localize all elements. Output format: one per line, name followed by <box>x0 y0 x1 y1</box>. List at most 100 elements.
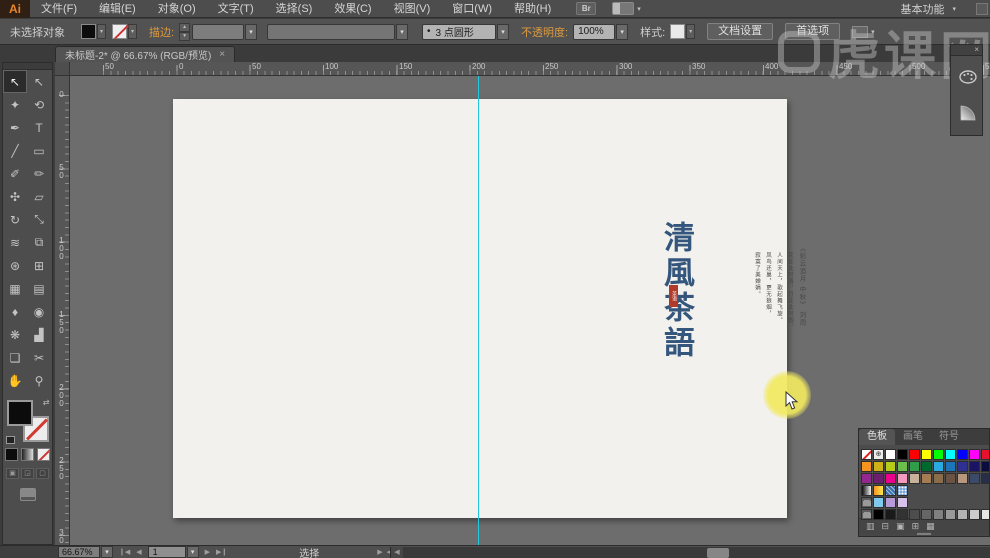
draw-behind-button[interactable]: ◲ <box>21 468 34 479</box>
fill-color-swatch[interactable] <box>81 24 96 39</box>
menu-item[interactable]: 编辑(E) <box>88 3 147 15</box>
swatch[interactable] <box>969 509 980 520</box>
scale-tool[interactable]: ⤡ <box>27 208 51 231</box>
swatch[interactable] <box>885 473 896 484</box>
swatch[interactable] <box>885 461 896 472</box>
color-group-folder[interactable] <box>861 509 872 520</box>
swatch-libraries-button[interactable]: ▥ <box>866 521 875 532</box>
shape-builder-tool[interactable]: ⊛ <box>3 254 27 277</box>
menu-item[interactable]: 文件(F) <box>30 3 88 15</box>
swatch[interactable] <box>945 449 956 460</box>
selection-tool[interactable]: ↖ <box>3 70 27 93</box>
pen-tool[interactable]: ✒ <box>3 116 27 139</box>
swatch[interactable] <box>981 449 990 460</box>
stroke-weight-label[interactable]: 描边: <box>149 24 174 40</box>
document-tab[interactable]: 未标题-2* @ 66.67% (RGB/预览) × <box>55 46 235 62</box>
swatch[interactable] <box>921 509 932 520</box>
swatch[interactable] <box>897 461 908 472</box>
tools-panel-header[interactable] <box>3 63 52 70</box>
swatch[interactable] <box>873 509 884 520</box>
swatch-kinds-button[interactable]: ⊟ <box>882 521 890 532</box>
workspace-menu[interactable]: 基本功能 ▾ <box>900 1 956 17</box>
close-icon[interactable]: × <box>974 45 979 54</box>
zoom-level-field[interactable]: 66.67% <box>58 546 100 558</box>
next-artboard-icon[interactable]: ▶ <box>205 548 210 556</box>
magic-wand-tool[interactable]: ✦ <box>3 93 27 116</box>
swatch[interactable] <box>933 509 944 520</box>
tab-符号[interactable]: 符号 <box>931 429 967 445</box>
artboard-tool[interactable]: ❏ <box>3 346 27 369</box>
document-setup-button[interactable]: 文档设置 <box>707 23 773 40</box>
color-button[interactable] <box>5 448 18 461</box>
swatch[interactable] <box>969 461 980 472</box>
column-graph-tool[interactable]: ▟ <box>27 323 51 346</box>
perspective-grid-tool[interactable]: ⊞ <box>27 254 51 277</box>
blend-tool[interactable]: ◉ <box>27 300 51 323</box>
rotate-tool[interactable]: ↻ <box>3 208 27 231</box>
zoom-dropdown-icon[interactable]: ▾ <box>101 546 113 558</box>
swatch[interactable] <box>921 473 932 484</box>
fill-dropdown-icon[interactable]: ▾ <box>97 24 106 39</box>
gradient-button[interactable] <box>21 448 34 461</box>
swatch[interactable] <box>945 461 956 472</box>
color-panel-button[interactable] <box>951 62 984 92</box>
swatch[interactable] <box>969 473 980 484</box>
swatch[interactable] <box>885 497 896 508</box>
workspace-switcher[interactable]: ▾ <box>596 2 641 15</box>
app-bar-control[interactable] <box>976 3 988 15</box>
type-tool[interactable]: T <box>27 116 51 139</box>
tab-画笔[interactable]: 画笔 <box>895 429 931 445</box>
menu-item[interactable]: 帮助(H) <box>503 3 562 15</box>
first-artboard-icon[interactable]: ❙◀ <box>119 548 130 556</box>
stroke-weight-dropdown-icon[interactable]: ▾ <box>245 24 257 40</box>
swatch[interactable] <box>873 485 884 496</box>
tab-色板[interactable]: 色板 <box>859 429 895 445</box>
hand-tool[interactable]: ✋ <box>3 369 27 392</box>
swatch[interactable] <box>981 509 990 520</box>
swatch[interactable] <box>873 473 884 484</box>
symbol-sprayer-tool[interactable]: ❋ <box>3 323 27 346</box>
swatch[interactable] <box>861 473 872 484</box>
swatch[interactable] <box>909 509 920 520</box>
swap-fill-stroke-icon[interactable]: ⇄ <box>43 398 50 407</box>
swatch-none[interactable] <box>861 449 872 460</box>
swatch[interactable] <box>981 461 990 472</box>
swatch[interactable] <box>981 473 990 484</box>
menu-item[interactable]: 文字(T) <box>207 3 265 15</box>
menu-item[interactable]: 选择(S) <box>265 3 324 15</box>
stroke-weight-stepper[interactable]: ▲▼ <box>179 23 190 41</box>
swatch-registration[interactable]: ⊕ <box>873 449 884 460</box>
gradient-panel-button[interactable] <box>951 98 984 128</box>
scroll-left-arrow-icon[interactable]: ◀ <box>391 547 403 558</box>
default-fill-stroke-icon[interactable] <box>6 436 15 444</box>
menu-item[interactable]: 对象(O) <box>147 3 207 15</box>
style-dropdown-icon[interactable]: ▾ <box>686 24 695 39</box>
opacity-label[interactable]: 不透明度: <box>521 24 568 40</box>
previous-artboard-icon[interactable]: ◀ <box>136 548 141 556</box>
swatch[interactable] <box>957 509 968 520</box>
swatch[interactable] <box>885 449 896 460</box>
swatch[interactable] <box>897 449 908 460</box>
horizontal-scrollbar[interactable]: ◀ <box>390 547 990 558</box>
free-transform-tool[interactable]: ⧉ <box>27 231 51 254</box>
brush-definition-field[interactable]: • 3 点圆形 <box>422 24 496 40</box>
draw-normal-button[interactable]: ▣ <box>6 468 19 479</box>
panel-resize-grip[interactable]: ▬▬ <box>917 531 931 536</box>
fill-proxy[interactable] <box>7 400 33 426</box>
control-panel-menu-icon[interactable] <box>852 26 868 38</box>
swatch[interactable] <box>861 485 872 496</box>
swatch[interactable] <box>897 473 908 484</box>
stroke-weight-field[interactable] <box>192 24 244 40</box>
swatch[interactable] <box>933 473 944 484</box>
swatch[interactable] <box>885 485 896 496</box>
slice-tool[interactable]: ✂ <box>27 346 51 369</box>
menu-item[interactable]: 窗口(W) <box>441 3 503 15</box>
swatch[interactable] <box>897 509 908 520</box>
brush-dropdown-icon[interactable]: ▾ <box>497 24 509 40</box>
menu-item[interactable]: 效果(C) <box>323 3 382 15</box>
eraser-tool[interactable]: ▱ <box>27 185 51 208</box>
opacity-field[interactable]: 100% <box>573 24 615 40</box>
menu-item[interactable]: 视图(V) <box>383 3 442 15</box>
swatch[interactable] <box>873 461 884 472</box>
draw-inside-button[interactable]: ▢ <box>36 468 49 479</box>
